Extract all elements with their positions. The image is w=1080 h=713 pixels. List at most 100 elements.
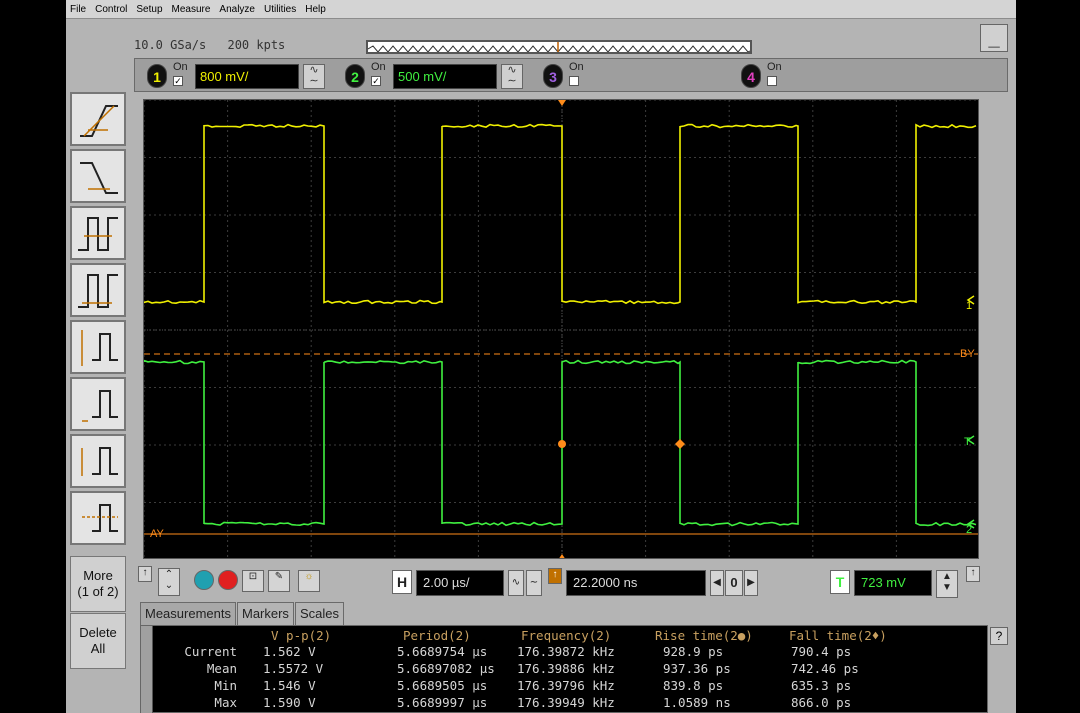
more-button[interactable]: More (1 of 2) bbox=[70, 556, 126, 612]
vpp-icon bbox=[74, 324, 122, 370]
tab-measurements[interactable]: Measurements bbox=[140, 602, 236, 626]
waveform-display[interactable]: BY AY T 1 2 bbox=[143, 99, 979, 559]
channel-4-button[interactable]: 4 bbox=[741, 64, 761, 88]
delay-left-button[interactable]: ◀ bbox=[710, 570, 724, 596]
rise-time-button[interactable] bbox=[70, 92, 126, 146]
cell: 176.39949 kHz bbox=[517, 695, 615, 710]
menu-utilities[interactable]: Utilities bbox=[264, 4, 296, 15]
vbase-icon bbox=[74, 381, 122, 427]
cell: 1.590 V bbox=[263, 695, 316, 710]
vaverage-button[interactable] bbox=[70, 491, 126, 545]
cell: 928.9 ps bbox=[663, 644, 723, 659]
timebase-fine-icon[interactable]: ∿ bbox=[508, 570, 524, 596]
marker-by-label: BY bbox=[960, 348, 975, 360]
delete-all-label: Delete All bbox=[79, 625, 117, 657]
acquisition-info: 10.0 GSa/s 200 kpts bbox=[134, 38, 299, 52]
cell: 176.39886 kHz bbox=[517, 661, 615, 676]
channel-2-wave-icon[interactable]: ∿ ∼ bbox=[501, 64, 523, 89]
channel-1-checkbox[interactable]: ✓ bbox=[173, 76, 183, 86]
delay-ref-button[interactable]: 0 bbox=[725, 570, 743, 596]
autoscale-icon[interactable]: ☼ bbox=[298, 570, 320, 592]
stop-button[interactable] bbox=[218, 570, 238, 590]
measurement-table: V p-p(2) Period(2) Frequency(2) Rise tim… bbox=[140, 625, 988, 713]
trigger-level-field[interactable]: 723 mV bbox=[854, 570, 932, 596]
minimize-button[interactable]: _ bbox=[980, 24, 1008, 52]
single-icon[interactable]: ⊡ bbox=[242, 570, 264, 592]
timebase-field[interactable]: 2.00 µs/ bbox=[416, 570, 504, 596]
help-button[interactable]: ? bbox=[990, 627, 1008, 645]
channel-2-button[interactable]: 2 bbox=[345, 64, 365, 88]
oscilloscope-window: File Control Setup Measure Analyze Utili… bbox=[66, 0, 1016, 713]
period-button[interactable] bbox=[70, 206, 126, 260]
cell: 5.66897082 µs bbox=[397, 661, 495, 676]
memory-bar[interactable] bbox=[366, 40, 752, 54]
channel-3-checkbox[interactable] bbox=[569, 76, 579, 86]
fall-time-button[interactable] bbox=[70, 149, 126, 203]
ch1-ground-label: 1 bbox=[966, 300, 972, 312]
updown-button[interactable]: ⌃ ⌄ bbox=[158, 568, 180, 596]
channel-1-button[interactable]: 1 bbox=[147, 64, 167, 88]
header-fall-time: Fall time(2♦) bbox=[789, 628, 887, 643]
rise-time-marker bbox=[558, 440, 566, 448]
menu-bar: File Control Setup Measure Analyze Utili… bbox=[66, 0, 1016, 19]
marker-ay-label: AY bbox=[150, 528, 164, 540]
row-label-min: Min bbox=[155, 678, 237, 693]
scroll-up-right-button[interactable]: ↑ bbox=[966, 566, 980, 582]
vaverage-icon bbox=[74, 495, 122, 541]
waveform-graticule bbox=[144, 100, 979, 559]
delay-marker-icon: ↑ bbox=[548, 568, 562, 584]
ch2-ground-label: 2 bbox=[966, 524, 972, 536]
channel-3-button[interactable]: 3 bbox=[543, 64, 563, 88]
frequency-button[interactable] bbox=[70, 263, 126, 317]
timebase-coarse-icon[interactable]: ∼ bbox=[526, 570, 542, 596]
row-label-max: Max bbox=[155, 695, 237, 710]
header-period: Period(2) bbox=[403, 628, 471, 643]
cell: 790.4 ps bbox=[791, 644, 851, 659]
channel-2-scale[interactable]: 500 mV/ bbox=[393, 64, 497, 89]
more-label: More (1 of 2) bbox=[77, 568, 118, 600]
run-button[interactable] bbox=[194, 570, 214, 590]
horizontal-button[interactable]: H bbox=[392, 570, 412, 594]
channel-bar: 1 On ✓ 800 mV/ ∿ ∼ 2 On ✓ 500 mV/ ∿ ∼ 3 On… bbox=[134, 58, 1008, 92]
trigger-position-marker-top bbox=[558, 100, 566, 106]
tab-scales[interactable]: Scales bbox=[295, 602, 344, 626]
channel-1-wave-icon[interactable]: ∿ ∼ bbox=[303, 64, 325, 89]
menu-control[interactable]: Control bbox=[95, 4, 127, 15]
vbase-button[interactable] bbox=[70, 377, 126, 431]
cell: 5.6689754 µs bbox=[397, 644, 487, 659]
vamplitude-button[interactable] bbox=[70, 434, 126, 488]
trigger-position-marker-bottom bbox=[558, 554, 566, 559]
memory-bar-waveform bbox=[368, 42, 752, 54]
clear-icon[interactable]: ✎ bbox=[268, 570, 290, 592]
channel-1-trace bbox=[144, 125, 976, 304]
menu-setup[interactable]: Setup bbox=[136, 4, 162, 15]
measure-toolbar: More (1 of 2) Delete All bbox=[66, 92, 132, 713]
cell: 1.546 V bbox=[263, 678, 316, 693]
header-frequency: Frequency(2) bbox=[521, 628, 611, 643]
channel-1-scale[interactable]: 800 mV/ bbox=[195, 64, 299, 89]
tab-markers[interactable]: Markers bbox=[237, 602, 294, 626]
scroll-up-button[interactable]: ↑ bbox=[138, 566, 152, 582]
vpp-button[interactable] bbox=[70, 320, 126, 374]
menu-file[interactable]: File bbox=[70, 4, 86, 15]
channel-3-on-label: On bbox=[569, 61, 584, 73]
channel-4-checkbox[interactable] bbox=[767, 76, 777, 86]
menu-measure[interactable]: Measure bbox=[172, 4, 211, 15]
channel-2-on-label: On bbox=[371, 61, 386, 73]
cell: 1.5572 V bbox=[263, 661, 323, 676]
delay-field[interactable]: 22.2000 ns bbox=[566, 570, 706, 596]
period-icon bbox=[74, 210, 122, 256]
row-label-mean: Mean bbox=[155, 661, 237, 676]
measurement-tabs: Measurements Markers Scales bbox=[140, 602, 345, 626]
trigger-button[interactable]: T bbox=[830, 570, 850, 594]
delay-right-button[interactable]: ▶ bbox=[744, 570, 758, 596]
channel-1-on-label: On bbox=[173, 61, 188, 73]
cell: 1.562 V bbox=[263, 644, 316, 659]
channel-2-checkbox[interactable]: ✓ bbox=[371, 76, 381, 86]
menu-help[interactable]: Help bbox=[305, 4, 326, 15]
delete-all-button[interactable]: Delete All bbox=[70, 613, 126, 669]
measurement-scrollbar[interactable] bbox=[141, 626, 153, 713]
vamplitude-icon bbox=[74, 438, 122, 484]
menu-analyze[interactable]: Analyze bbox=[219, 4, 255, 15]
trigger-level-stepper[interactable]: ▲ ▼ bbox=[936, 570, 958, 598]
